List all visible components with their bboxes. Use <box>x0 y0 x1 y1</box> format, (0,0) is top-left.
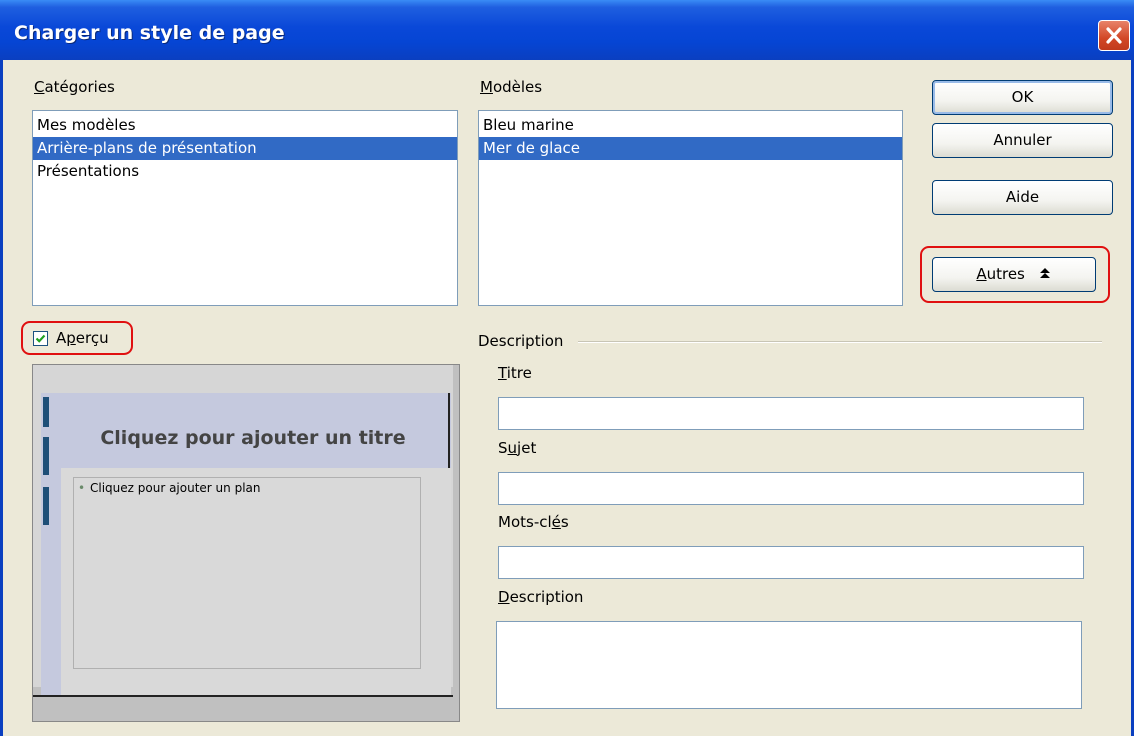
more-button[interactable]: Autres <box>932 257 1096 292</box>
description-field[interactable] <box>496 621 1082 709</box>
slide-outline-placeholder: • Cliquez pour ajouter un plan <box>73 477 421 669</box>
subject-field-label: Sujet <box>498 439 537 457</box>
title-bar: Charger un style de page <box>0 0 1134 60</box>
close-icon <box>1106 27 1122 44</box>
window-frame-left <box>0 60 3 736</box>
decor-bar-3 <box>43 487 49 525</box>
description-field-label: Description <box>498 588 584 606</box>
title-field-label: Titre <box>498 364 532 382</box>
list-item-arriere-plans[interactable]: Arrière-plans de présentation <box>33 137 457 160</box>
models-list[interactable]: Bleu marine Mer de glace <box>478 110 903 306</box>
categories-list[interactable]: Mes modèles Arrière-plans de présentatio… <box>32 110 458 306</box>
ok-button[interactable]: OK <box>932 80 1113 115</box>
subject-field[interactable] <box>498 472 1084 505</box>
preview-checkbox[interactable] <box>33 331 48 346</box>
slide-preview: Cliquez pour ajouter un titre • Cliquez … <box>33 365 453 697</box>
close-button[interactable] <box>1098 20 1130 51</box>
cancel-button[interactable]: Annuler <box>932 123 1113 158</box>
help-button[interactable]: Aide <box>932 180 1113 215</box>
title-field[interactable] <box>498 397 1084 430</box>
keywords-field[interactable] <box>498 546 1084 579</box>
list-item-mes-modeles[interactable]: Mes modèles <box>33 114 457 137</box>
group-divider <box>578 341 1102 343</box>
list-item-presentations[interactable]: Présentations <box>33 160 457 183</box>
slide-bottom-line <box>33 695 453 697</box>
decor-bar-2 <box>43 437 49 475</box>
slide-title-placeholder: Cliquez pour ajouter un titre <box>100 427 406 449</box>
collapse-up-icon <box>1039 268 1050 278</box>
bullet-icon: • <box>78 481 86 495</box>
keywords-field-label: Mots-clés <box>498 513 569 531</box>
more-label-first-letter: A <box>976 265 987 283</box>
slide-outline-text: Cliquez pour ajouter un plan <box>90 481 261 495</box>
preview-checkbox-label[interactable]: Aperçu <box>56 329 109 347</box>
categories-label: Catégories <box>34 78 115 96</box>
description-group-label: Description <box>478 332 564 350</box>
decor-bar-1 <box>43 397 49 427</box>
list-item-bleu-marine[interactable]: Bleu marine <box>479 114 902 137</box>
checkmark-icon <box>35 334 46 343</box>
slide-edge-line <box>448 393 450 468</box>
models-label: Modèles <box>480 78 543 96</box>
preview-pane: Cliquez pour ajouter un titre • Cliquez … <box>32 364 460 722</box>
dialog-title: Charger un style de page <box>14 22 285 44</box>
list-item-mer-de-glace[interactable]: Mer de glace <box>479 137 902 160</box>
